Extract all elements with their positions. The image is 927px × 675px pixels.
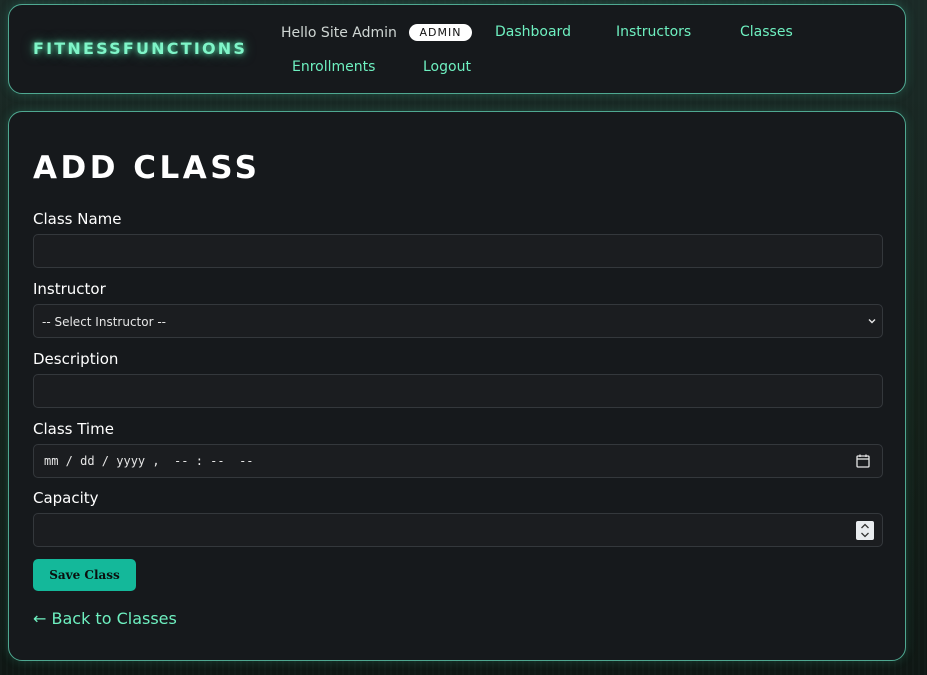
class-time-label: Class Time <box>33 420 114 438</box>
capacity-input[interactable] <box>33 513 883 547</box>
role-badge: ADMIN <box>409 24 472 41</box>
description-label: Description <box>33 350 119 368</box>
chevron-down-icon <box>868 319 876 324</box>
page-title: ADD CLASS <box>33 150 261 186</box>
nav-classes[interactable]: Classes <box>740 24 793 40</box>
greeting-text: Hello Site Admin <box>281 25 397 41</box>
nav-logout[interactable]: Logout <box>423 59 471 75</box>
save-class-button[interactable]: Save Class <box>33 559 136 591</box>
nav-instructors[interactable]: Instructors <box>616 24 691 40</box>
class-time-input[interactable]: mm / dd / yyyy , -- : -- -- <box>33 444 883 478</box>
description-input[interactable] <box>33 374 883 408</box>
back-to-classes-link[interactable]: ← Back to Classes <box>33 609 177 628</box>
class-name-label: Class Name <box>33 210 122 228</box>
brand-logo[interactable]: FITNESSFUNCTIONS <box>33 39 247 58</box>
class-name-input[interactable] <box>33 234 883 268</box>
instructor-selected-value: -- Select Instructor -- <box>42 315 167 329</box>
capacity-label: Capacity <box>33 489 99 507</box>
instructor-label: Instructor <box>33 280 106 298</box>
nav-enrollments[interactable]: Enrollments <box>292 59 375 75</box>
spinner-arrows-icon <box>861 523 869 538</box>
calendar-icon[interactable] <box>856 454 870 468</box>
nav-dashboard[interactable]: Dashboard <box>495 24 571 40</box>
top-navbar: FITNESSFUNCTIONS Hello Site Admin ADMIN … <box>8 4 906 94</box>
add-class-card: ADD CLASS Class Name Instructor -- Selec… <box>8 111 906 661</box>
number-spinner[interactable] <box>856 521 874 540</box>
class-time-placeholder: mm / dd / yyyy , -- : -- -- <box>44 454 254 468</box>
instructor-select[interactable]: -- Select Instructor -- <box>33 304 883 338</box>
